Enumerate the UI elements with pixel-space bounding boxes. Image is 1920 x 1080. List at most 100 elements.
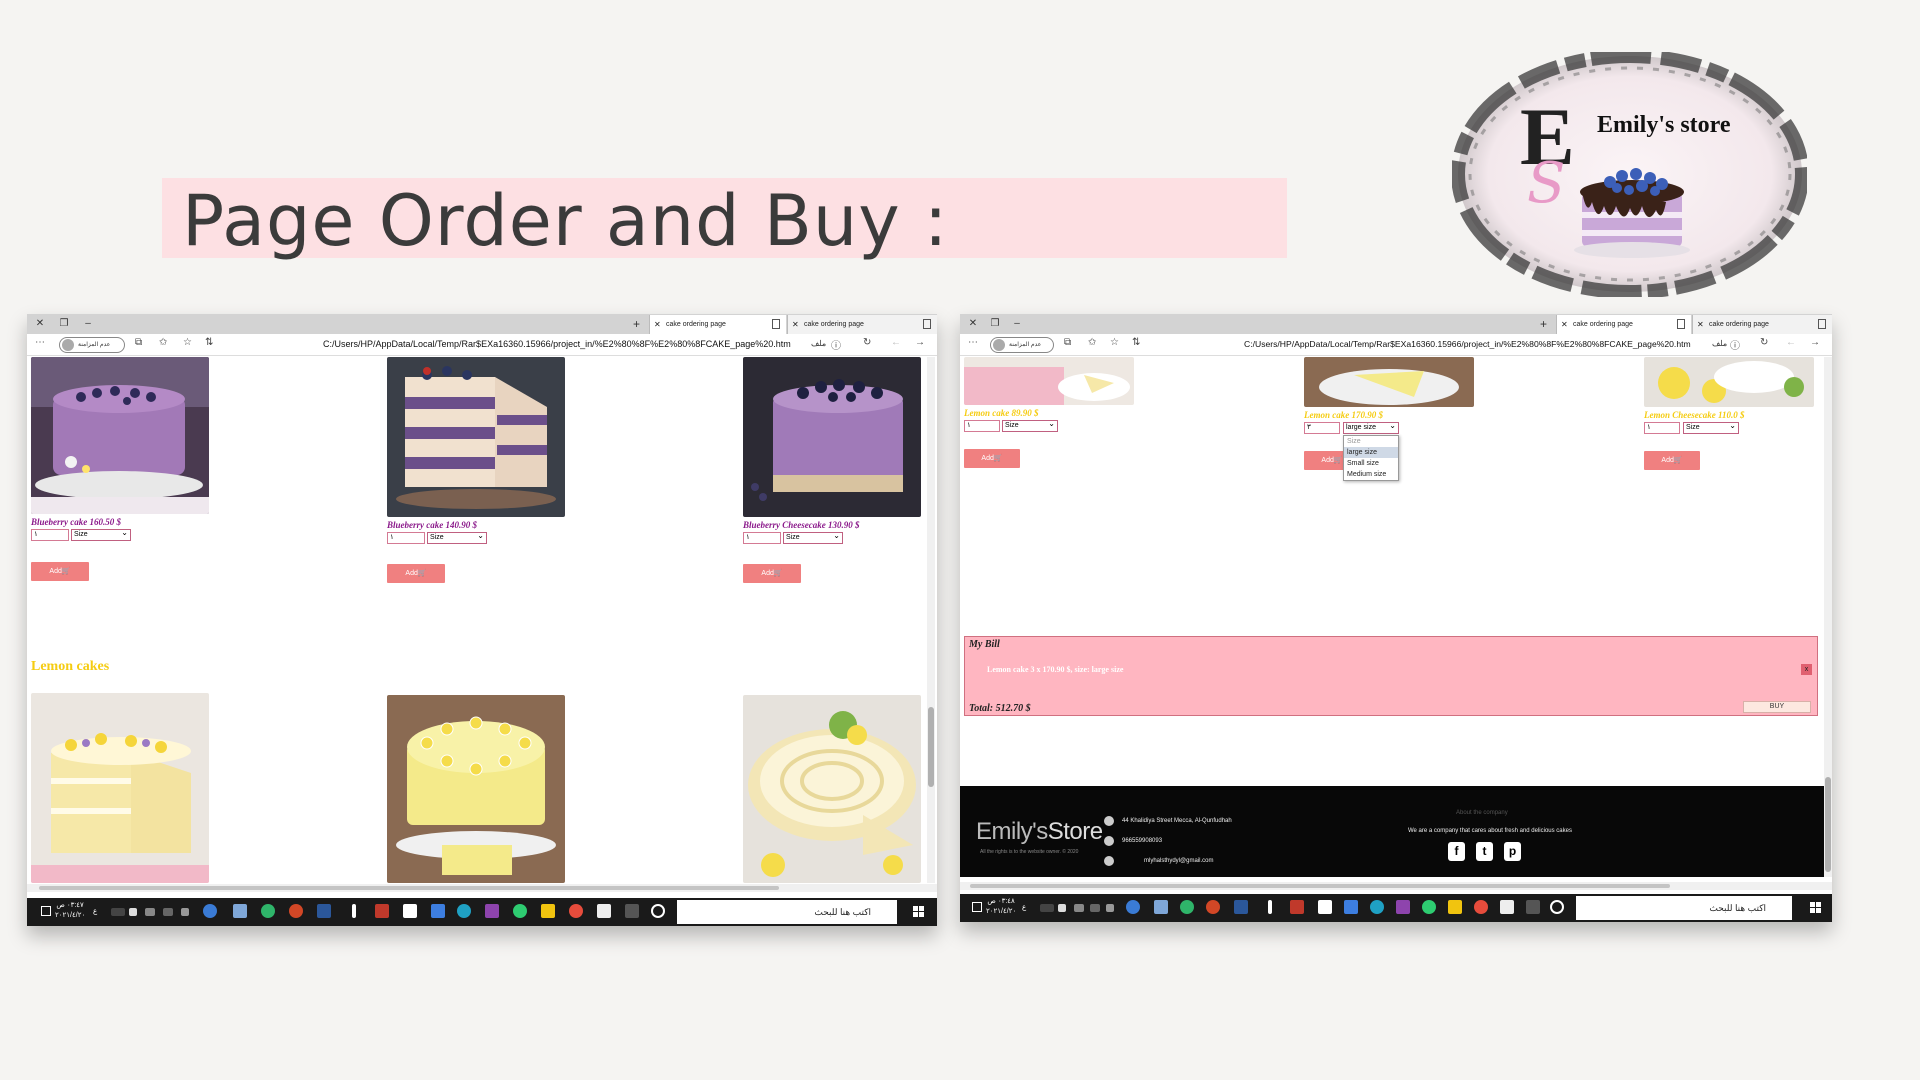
buy-button[interactable]: BUY [1743,701,1811,713]
keyboard-icon[interactable] [1040,904,1054,912]
keyboard-icon[interactable] [111,908,125,916]
tab-cake-ordering[interactable]: ✕ cake ordering page [787,315,937,334]
app-icon[interactable] [1268,900,1272,914]
calendar-icon[interactable] [1290,900,1304,914]
read-aloud-icon[interactable]: ⇅ [1132,337,1140,348]
lemon-cake-image[interactable] [31,693,209,883]
dropbox-icon[interactable] [597,904,611,918]
add-to-cart-button[interactable]: Add🛒 [743,564,801,583]
size-select[interactable]: large size [1343,421,1399,434]
volume-icon[interactable] [1074,904,1084,912]
powerpoint-icon[interactable] [289,904,303,918]
favorites-list-icon[interactable]: ✩ [1088,337,1096,348]
size-select[interactable]: Size [427,531,487,544]
lemon-cake-image[interactable] [1304,357,1474,407]
quantity-input[interactable]: ١ [964,420,1000,432]
task-view-icon[interactable] [1526,900,1540,914]
scrollbar-thumb[interactable] [1825,777,1831,872]
edge-icon[interactable] [457,904,471,918]
word-icon[interactable] [317,904,331,918]
new-tab-icon[interactable]: + [633,314,640,334]
calendar-icon[interactable] [375,904,389,918]
back-icon[interactable]: → [1810,337,1820,348]
back-icon[interactable]: → [915,337,925,348]
tab-close-icon[interactable]: ✕ [1697,315,1704,334]
refresh-icon[interactable]: ↻ [863,337,871,348]
minimize-window-icon[interactable]: – [79,314,97,334]
windows-start-icon[interactable] [913,906,925,918]
taskbar-search[interactable]: اكتب هنا للبحث [1576,896,1792,920]
battery-icon[interactable] [1090,904,1100,912]
chrome-icon[interactable] [1474,900,1488,914]
quantity-input[interactable]: ١ [387,532,425,544]
collections-icon[interactable]: ⧉ [135,337,142,348]
lemon-cake-image[interactable] [964,357,1134,405]
info-icon[interactable]: ⓘ [1730,337,1740,352]
app-icon[interactable] [261,904,275,918]
url-field[interactable]: C:/Users/HP/AppData/Local/Temp/Rar$EXa16… [1244,339,1691,349]
task-view-icon[interactable] [625,904,639,918]
app-icon[interactable] [1154,900,1168,914]
horizontal-scrollbar[interactable] [27,884,937,892]
quantity-input[interactable]: ٣ [1304,422,1340,434]
edge-icon[interactable] [1370,900,1384,914]
blueberry-cheesecake-image[interactable] [743,357,921,517]
refresh-icon[interactable]: ↻ [1760,337,1768,348]
more-icon[interactable]: ⋯ [35,337,45,348]
dropdown-option[interactable]: Small size [1344,458,1398,469]
quantity-input[interactable]: ١ [743,532,781,544]
taskbar-search[interactable]: اكتب هنا للبحث [677,900,897,924]
read-aloud-icon[interactable]: ⇅ [205,337,213,348]
app-icon[interactable] [203,904,217,918]
pinterest-icon[interactable]: p [1504,842,1521,861]
scrollbar-thumb[interactable] [970,884,1670,888]
favorites-list-icon[interactable]: ✩ [159,337,167,348]
quantity-input[interactable]: ١ [31,529,69,541]
mail-icon[interactable] [431,904,445,918]
info-icon[interactable]: ⓘ [831,337,841,352]
tab-cake-ordering[interactable]: ✕ cake ordering page [1692,315,1832,334]
blueberry-cake-image[interactable] [387,357,565,517]
add-to-cart-button[interactable]: Add🛒 [964,449,1020,468]
blueberry-cake-image[interactable] [31,357,209,514]
new-tab-icon[interactable]: + [1540,314,1547,334]
volume-icon[interactable] [145,908,155,916]
tray-icon[interactable] [129,908,137,916]
restore-window-icon[interactable]: ❐ [986,314,1004,334]
visual-studio-icon[interactable] [485,904,499,918]
battery-icon[interactable] [163,908,173,916]
lemon-cake-image[interactable] [387,695,565,883]
restore-window-icon[interactable]: ❐ [55,314,73,334]
cortana-icon[interactable] [1550,900,1564,914]
tab-close-icon[interactable]: ✕ [792,315,799,334]
favorite-star-icon[interactable]: ☆ [1110,337,1119,348]
dropbox-icon[interactable] [1500,900,1514,914]
scrollbar-thumb[interactable] [39,886,779,890]
profile-button[interactable]: عدم المزامنة [59,337,125,353]
language-indicator[interactable]: ع [93,907,97,917]
close-window-icon[interactable]: ✕ [31,314,49,334]
more-icon[interactable]: ⋯ [968,337,978,348]
close-window-icon[interactable]: ✕ [964,314,982,334]
powerpoint-icon[interactable] [1206,900,1220,914]
file-explorer-icon[interactable] [1448,900,1462,914]
scrollbar-thumb[interactable] [928,707,934,787]
tab-cake-ordering-active[interactable]: ✕ cake ordering page [649,315,786,334]
word-icon[interactable] [1234,900,1248,914]
tab-cake-ordering-active[interactable]: ✕ cake ordering page [1556,315,1691,334]
tray-icon[interactable] [1058,904,1066,912]
lemon-cheesecake-image[interactable] [1644,357,1814,407]
profile-button[interactable]: عدم المزامنة [990,337,1054,353]
file-explorer-icon[interactable] [541,904,555,918]
app-icon[interactable] [1422,900,1436,914]
size-select[interactable]: Size [1683,421,1739,434]
size-select[interactable]: Size [783,531,843,544]
notification-icon[interactable] [41,906,51,916]
app-icon[interactable] [1126,900,1140,914]
app-icon[interactable] [233,904,247,918]
notification-icon[interactable] [972,902,982,912]
cortana-icon[interactable] [651,904,665,918]
mail-icon[interactable] [1344,900,1358,914]
visual-studio-icon[interactable] [1396,900,1410,914]
favorite-star-icon[interactable]: ☆ [183,337,192,348]
